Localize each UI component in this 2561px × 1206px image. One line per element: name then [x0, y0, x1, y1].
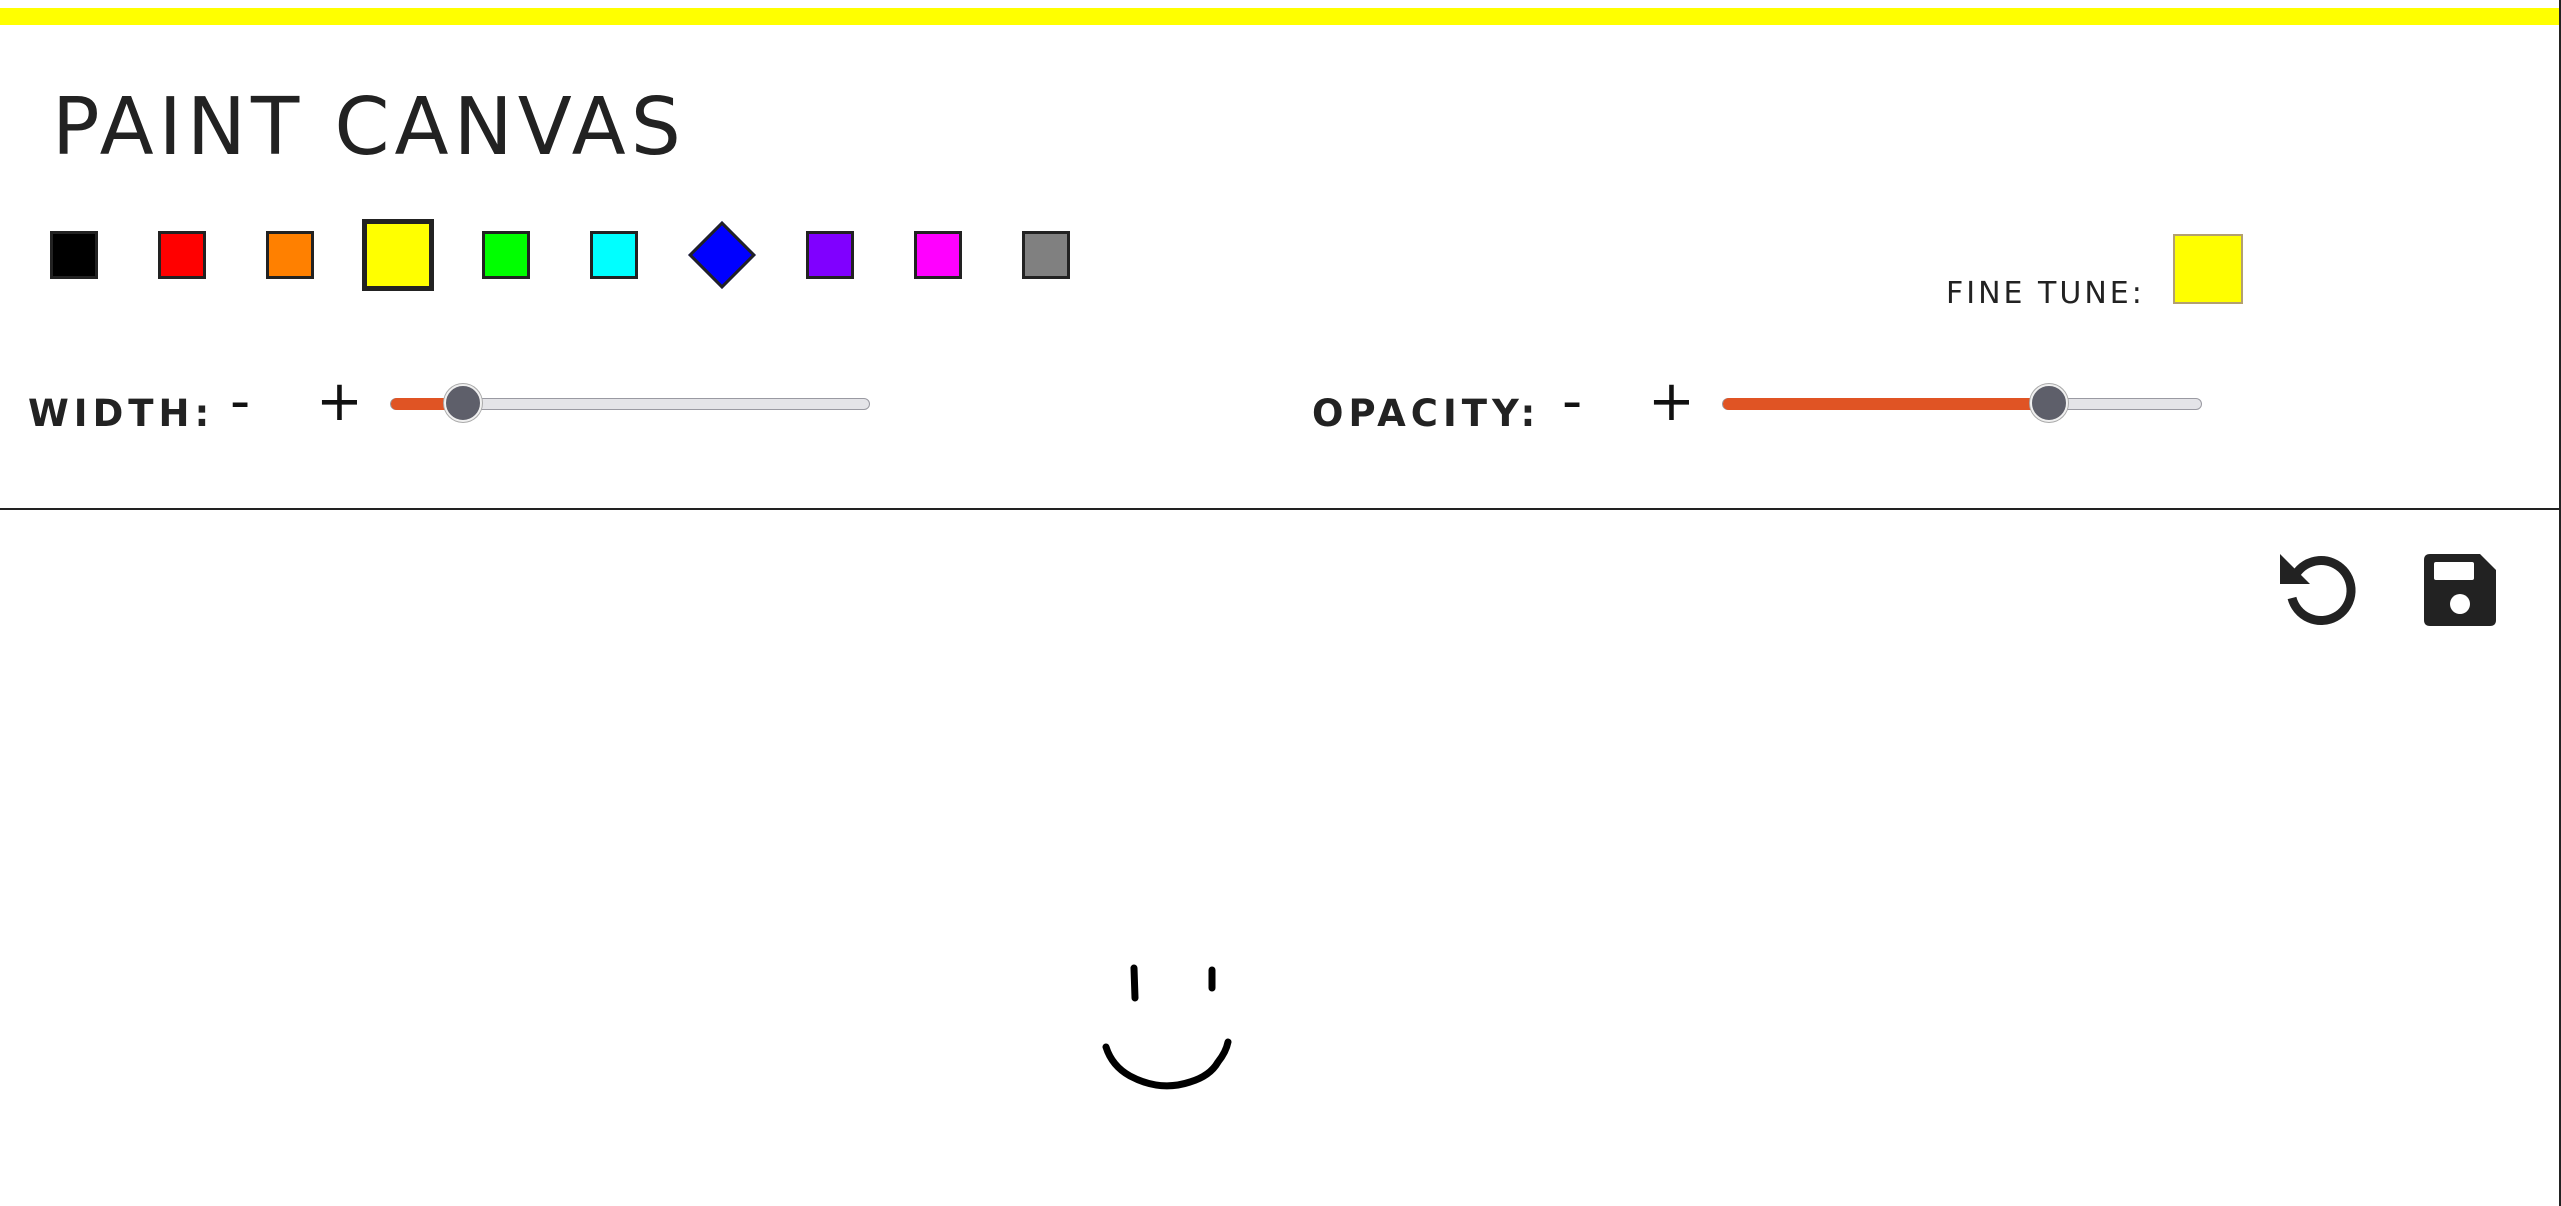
swatch-orange[interactable] — [266, 231, 314, 279]
drawing-canvas[interactable] — [0, 510, 2559, 1206]
swatch-gray[interactable] — [1022, 231, 1070, 279]
opacity-slider-thumb[interactable] — [2030, 384, 2068, 422]
opacity-slider-fill — [1723, 398, 2049, 410]
save-icon[interactable] — [2422, 552, 2498, 628]
smiley-left-eye — [1130, 964, 1139, 1002]
swatch-green[interactable] — [482, 231, 530, 279]
width-increase-button[interactable]: + — [316, 372, 363, 432]
canvas-drawing — [1102, 964, 1232, 1090]
paint-app: PAINT CANVAS FINE TUNE: WIDTH: - + OPACI… — [0, 0, 2561, 1206]
width-slider-thumb[interactable] — [444, 384, 482, 422]
width-label: WIDTH: — [28, 392, 215, 435]
smiley-drawing — [1102, 964, 1232, 1090]
page-title: PAINT CANVAS — [52, 81, 686, 173]
smiley-mouth — [1102, 1038, 1232, 1090]
fine-tune-label: FINE TUNE: — [1946, 276, 2145, 311]
opacity-slider[interactable] — [1722, 384, 2202, 422]
swatch-purple[interactable] — [806, 231, 854, 279]
fine-tune-color-picker[interactable] — [2173, 234, 2243, 304]
selected-color-bar — [0, 8, 2561, 25]
width-decrease-button[interactable]: - — [230, 372, 250, 432]
undo-icon[interactable] — [2274, 546, 2360, 632]
opacity-increase-button[interactable]: + — [1648, 372, 1695, 432]
opacity-decrease-button[interactable]: - — [1562, 372, 1582, 432]
swatch-blue[interactable] — [688, 221, 756, 289]
swatch-yellow[interactable] — [362, 219, 434, 291]
swatch-cyan[interactable] — [590, 231, 638, 279]
swatch-magenta[interactable] — [914, 231, 962, 279]
swatch-black[interactable] — [50, 231, 98, 279]
width-slider[interactable] — [390, 384, 870, 422]
opacity-label: OPACITY: — [1312, 392, 1541, 435]
swatch-red[interactable] — [158, 231, 206, 279]
